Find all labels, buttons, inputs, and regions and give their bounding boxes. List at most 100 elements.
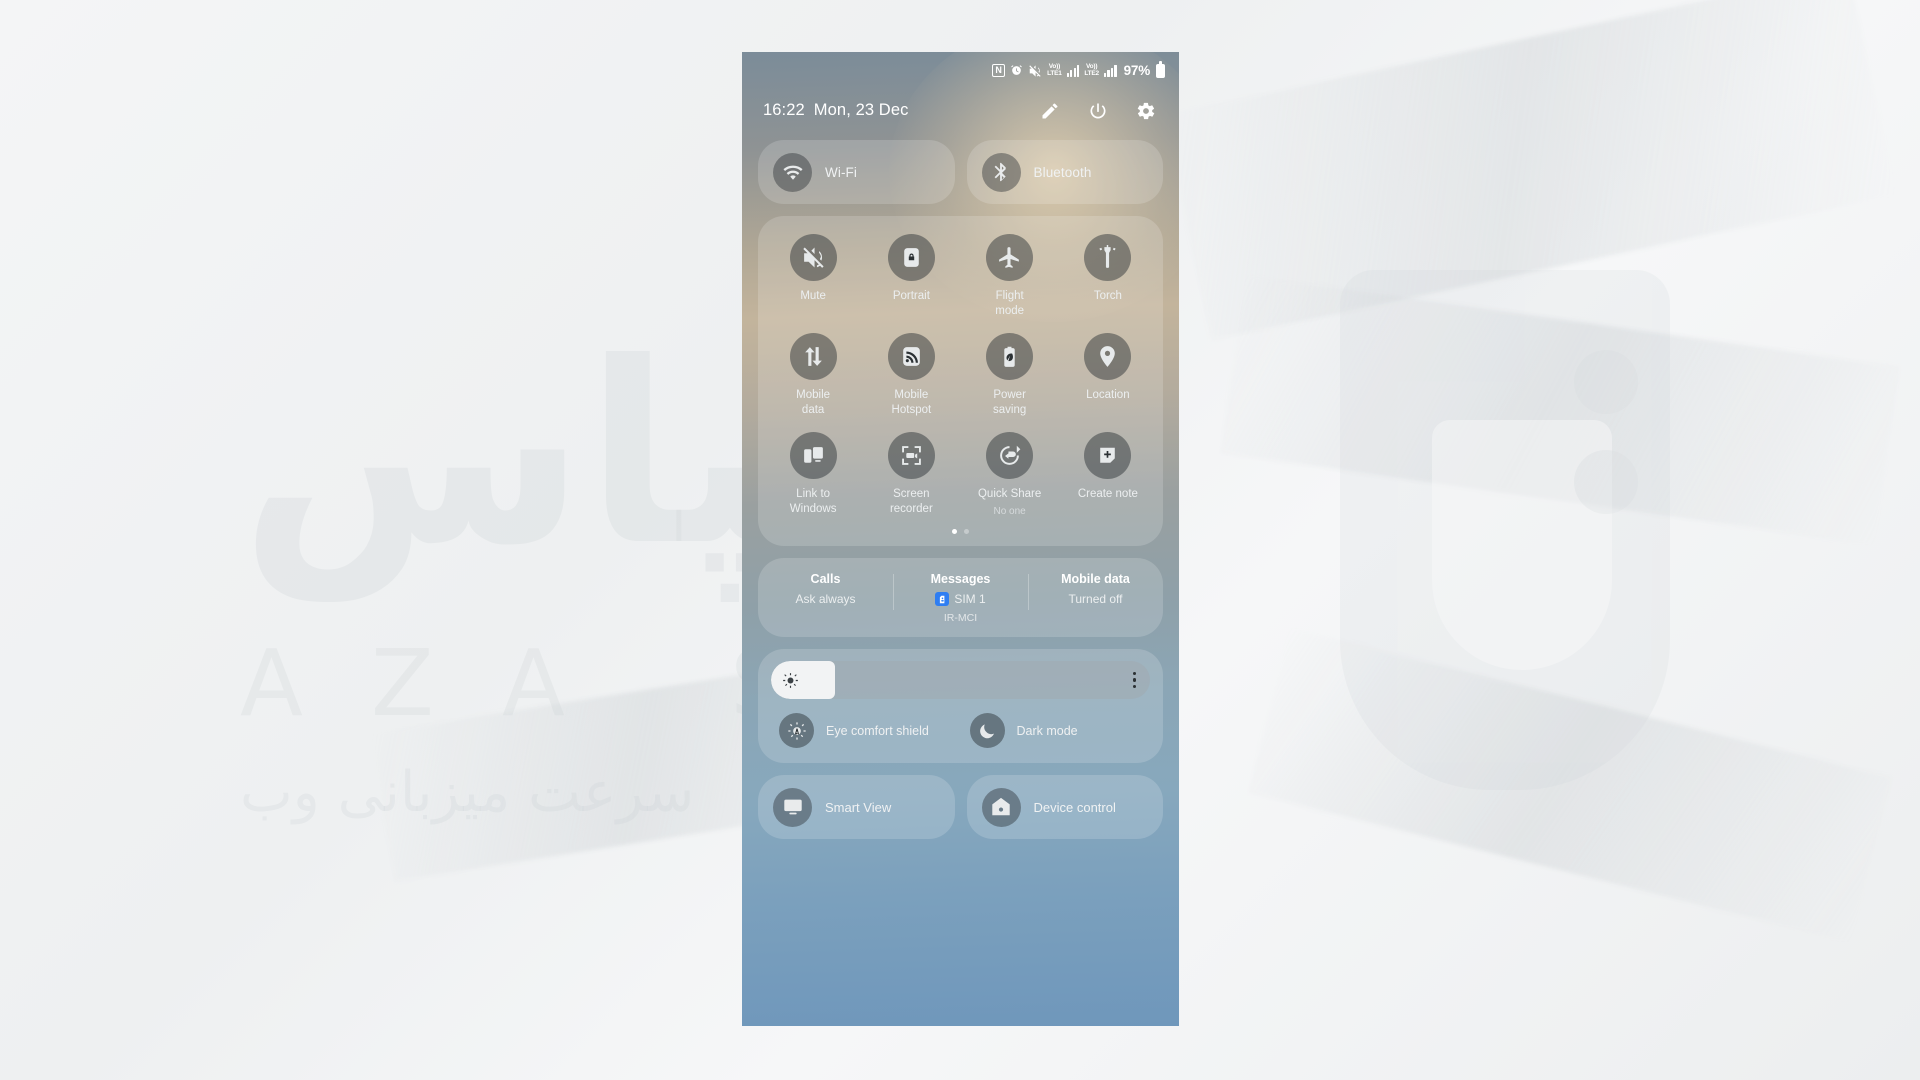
page-dot-1[interactable] bbox=[952, 529, 957, 534]
toggle-smart-view-label: Smart View bbox=[825, 799, 892, 815]
toggle-power-saving[interactable]: Power saving bbox=[961, 333, 1059, 418]
toggle-screen-recorder-label: Screen recorder bbox=[889, 488, 933, 515]
toggle-portrait-label: Portrait bbox=[892, 290, 930, 302]
toggle-flight-mode-label: Flight mode bbox=[995, 290, 1025, 317]
watermark-dot bbox=[1574, 350, 1638, 414]
toggle-location-label: Location bbox=[1086, 389, 1130, 401]
bluetooth-toggle[interactable]: Bluetooth bbox=[966, 140, 1163, 204]
airplane-icon bbox=[986, 234, 1034, 281]
toggle-device-control[interactable]: Device control bbox=[966, 775, 1163, 839]
toggle-power-saving-label: Power saving bbox=[993, 389, 1027, 416]
eye-comfort-icon bbox=[779, 713, 814, 748]
toggle-create-note-label: Create note bbox=[1077, 488, 1138, 500]
brightness-more-options-button[interactable] bbox=[1132, 671, 1136, 689]
moon-icon bbox=[969, 713, 1005, 748]
toggle-location[interactable]: Location bbox=[1059, 333, 1157, 418]
toggle-mobile-data-label: Mobile data bbox=[796, 389, 831, 416]
bottom-toggles-row: Smart View Device control bbox=[758, 775, 1163, 839]
location-pin-icon bbox=[1084, 333, 1132, 380]
screen-recorder-icon bbox=[887, 432, 935, 479]
volte-sim1-bottom: LTE1 bbox=[1047, 69, 1062, 77]
create-note-icon bbox=[1084, 432, 1132, 479]
toggle-smart-view[interactable]: Smart View bbox=[758, 775, 955, 839]
watermark-shield-mark bbox=[1340, 270, 1670, 790]
sim-card-badge-icon bbox=[935, 592, 950, 606]
page-indicator[interactable] bbox=[764, 529, 1157, 534]
backdrop-brush-stroke bbox=[1220, 274, 1900, 546]
watermark-dot bbox=[1574, 450, 1638, 514]
settings-button[interactable] bbox=[1135, 100, 1157, 122]
mute-icon bbox=[789, 234, 837, 281]
page-dot-2[interactable] bbox=[964, 529, 969, 534]
bluetooth-icon bbox=[981, 152, 1021, 192]
flashlight-icon bbox=[1084, 234, 1132, 281]
page-backdrop: اسپاس AZA S سرعت میزبانی وب N Vo)) LTE1 bbox=[0, 0, 1920, 1080]
clock-date: Mon, 23 Dec bbox=[813, 101, 909, 119]
volte-sim1-icon: Vo)) LTE1 bbox=[1047, 63, 1062, 77]
sim-messages-value-row: SIM 1 bbox=[935, 592, 986, 606]
signal-bars-sim1 bbox=[1066, 65, 1080, 77]
quick-toggles-grid: Mute Portrait Flight mode Torch Mobile d… bbox=[764, 234, 1157, 518]
clock-date-block[interactable]: 16:22 Mon, 23 Dec bbox=[763, 101, 908, 120]
clock-time: 16:22 bbox=[763, 101, 805, 119]
toggle-mute[interactable]: Mute bbox=[764, 234, 862, 319]
toggle-mobile-data[interactable]: Mobile data bbox=[764, 333, 862, 418]
smart-view-icon bbox=[773, 787, 812, 827]
power-button[interactable] bbox=[1087, 100, 1109, 122]
toggle-link-to-windows[interactable]: Link to Windows bbox=[764, 432, 862, 518]
sim-carrier-name: IR-MCI bbox=[943, 612, 978, 624]
connectivity-row: Wi-Fi Bluetooth bbox=[758, 140, 1163, 204]
toggle-flight-mode[interactable]: Flight mode bbox=[961, 234, 1059, 319]
mobile-data-icon bbox=[789, 333, 837, 380]
toggle-quick-share-sublabel: No one bbox=[993, 506, 1026, 517]
sim-messages-value: SIM 1 bbox=[954, 592, 986, 606]
wifi-icon bbox=[773, 152, 812, 192]
edit-button[interactable] bbox=[1039, 100, 1061, 122]
quick-toggles-card: Mute Portrait Flight mode Torch Mobile d… bbox=[758, 216, 1163, 546]
toggle-dark-mode[interactable]: Dark mode bbox=[964, 713, 1149, 748]
toggle-quick-share-label: Quick Share bbox=[977, 488, 1042, 500]
display-toggles-row: Eye comfort shield Dark mode bbox=[771, 713, 1150, 750]
sim-calls-value: Ask always bbox=[795, 592, 856, 606]
toggle-quick-share[interactable]: Quick Share No one bbox=[961, 432, 1059, 518]
sim-messages-title: Messages bbox=[930, 572, 991, 586]
sim-mobile-data-column[interactable]: Mobile data Turned off bbox=[1028, 572, 1163, 624]
backdrop-brush-stroke bbox=[1163, 0, 1897, 341]
header-actions bbox=[1039, 100, 1163, 122]
brightness-card: Eye comfort shield Dark mode bbox=[758, 649, 1163, 763]
toggle-mobile-hotspot-label: Mobile Hotspot bbox=[891, 389, 932, 416]
sim-mobile-data-value: Turned off bbox=[1068, 592, 1123, 606]
toggle-eye-comfort-shield-label: Eye comfort shield bbox=[826, 723, 929, 738]
device-control-icon bbox=[981, 787, 1021, 827]
brightness-slider-fill bbox=[771, 661, 836, 699]
sim-messages-column[interactable]: Messages SIM 1 IR-MCI bbox=[893, 572, 1028, 624]
mute-icon bbox=[1028, 64, 1042, 78]
toggle-torch[interactable]: Torch bbox=[1059, 234, 1157, 319]
toggle-eye-comfort-shield[interactable]: Eye comfort shield bbox=[773, 713, 958, 748]
toggle-link-to-windows-label: Link to Windows bbox=[789, 488, 837, 515]
rotation-lock-icon bbox=[887, 234, 935, 281]
sim-mobile-data-title: Mobile data bbox=[1061, 572, 1130, 586]
toggle-dark-mode-label: Dark mode bbox=[1016, 723, 1078, 738]
alarm-icon bbox=[1010, 64, 1023, 77]
toggle-screen-recorder[interactable]: Screen recorder bbox=[862, 432, 960, 518]
link-to-windows-icon bbox=[789, 432, 837, 479]
hotspot-icon bbox=[887, 333, 935, 380]
toggle-mobile-hotspot[interactable]: Mobile Hotspot bbox=[862, 333, 960, 418]
toggle-mute-label: Mute bbox=[800, 290, 826, 302]
wifi-toggle[interactable]: Wi-Fi bbox=[758, 140, 955, 204]
volte-sim2-bottom: LTE2 bbox=[1084, 69, 1099, 77]
toggle-portrait[interactable]: Portrait bbox=[862, 234, 960, 319]
backdrop-brush-stroke bbox=[1248, 627, 1892, 943]
status-bar: N Vo)) LTE1 Vo)) LTE2 97% bbox=[742, 52, 1179, 82]
brightness-slider[interactable] bbox=[771, 661, 1150, 699]
sim-calls-column[interactable]: Calls Ask always bbox=[758, 572, 893, 624]
volte-sim2-icon: Vo)) LTE2 bbox=[1084, 63, 1099, 77]
toggle-torch-label: Torch bbox=[1093, 290, 1122, 302]
battery-icon bbox=[1156, 61, 1165, 78]
bluetooth-label: Bluetooth bbox=[1033, 164, 1092, 180]
battery-percentage: 97% bbox=[1123, 63, 1151, 78]
quick-share-icon bbox=[986, 432, 1034, 479]
sim-calls-title: Calls bbox=[810, 572, 841, 586]
toggle-create-note[interactable]: Create note bbox=[1059, 432, 1157, 518]
